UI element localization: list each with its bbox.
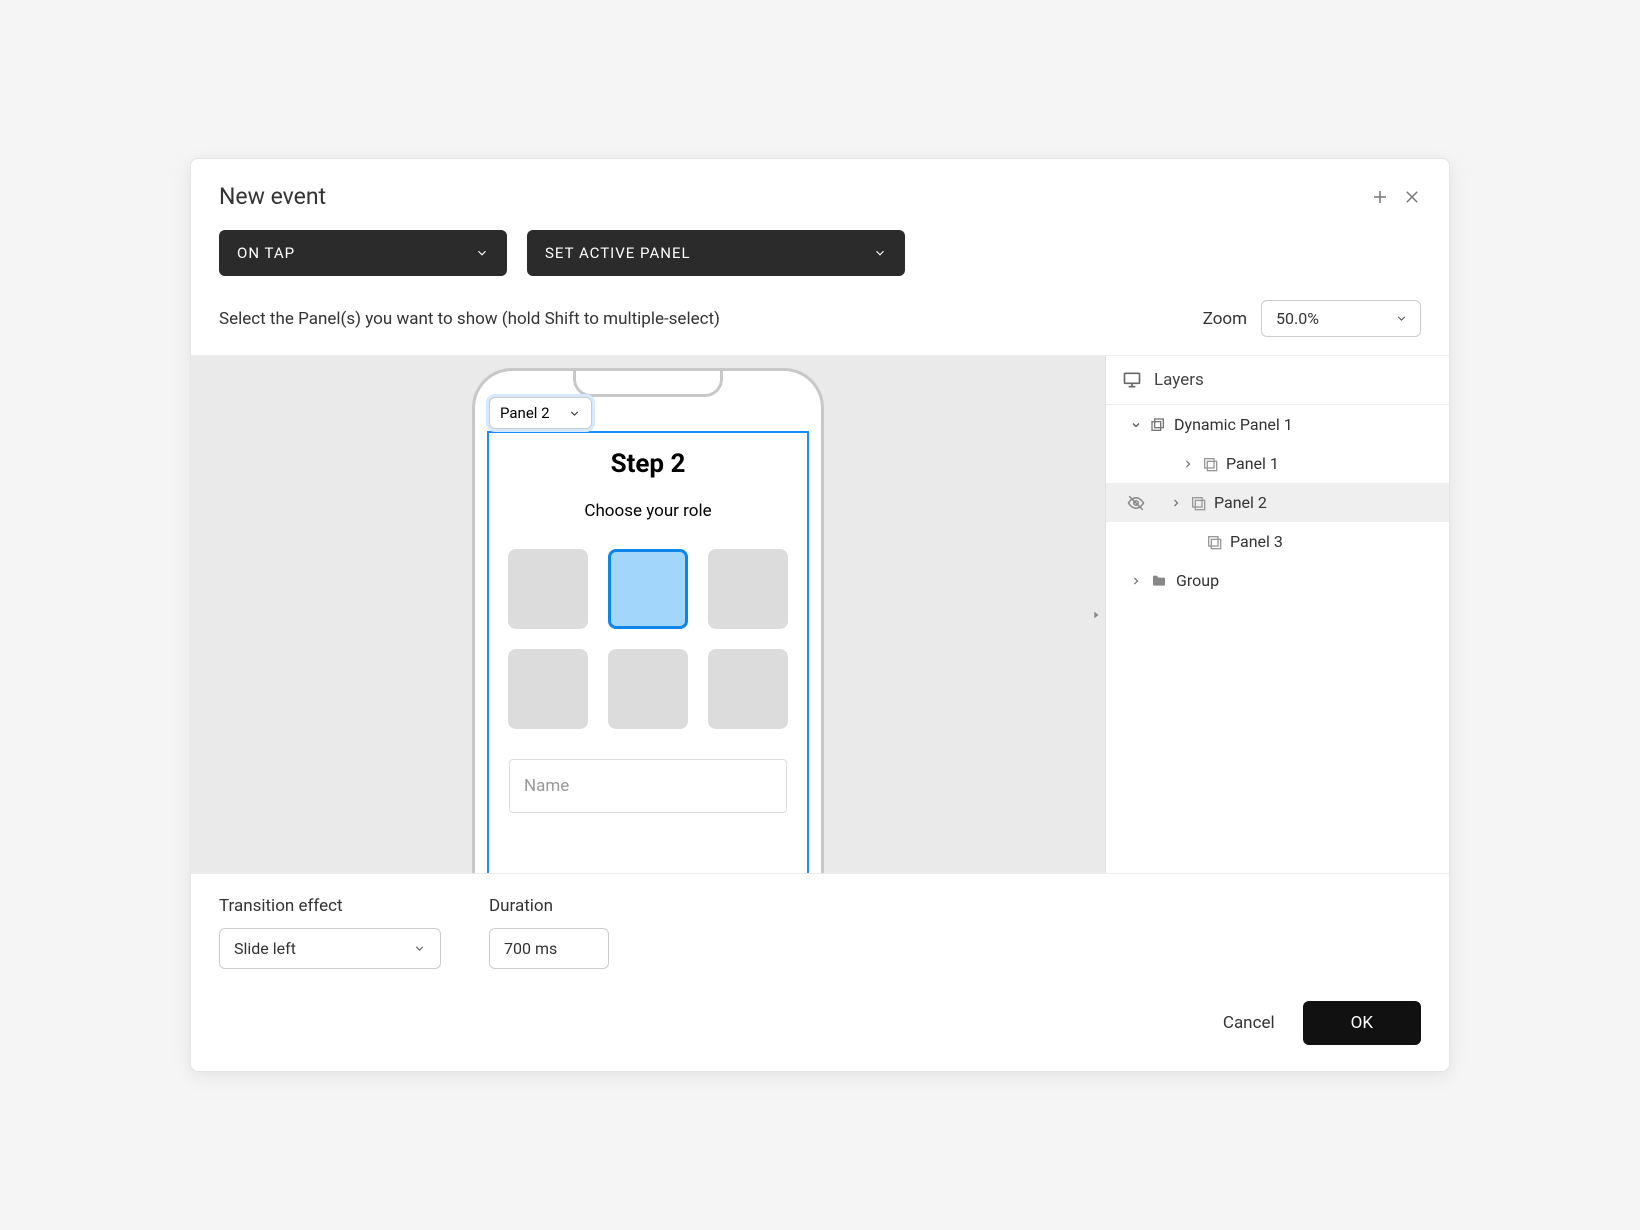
new-event-dialog: New event ON TAP SET ACTIVE PANEL Select… — [190, 158, 1450, 1072]
cancel-button[interactable]: Cancel — [1223, 1013, 1275, 1033]
chevron-right-icon — [1130, 575, 1142, 587]
zoom-select[interactable]: 50.0% — [1261, 300, 1421, 337]
name-input[interactable]: Name — [509, 759, 787, 813]
layer-label: Group — [1176, 571, 1219, 590]
canvas-area[interactable]: Panel 2 Step 2 Choose your role — [191, 356, 1105, 873]
action-select-value: SET ACTIVE PANEL — [545, 244, 691, 262]
layer-dynamic-panel[interactable]: Dynamic Panel 1 — [1106, 405, 1449, 444]
transition-label: Transition effect — [219, 896, 441, 916]
role-tile[interactable] — [508, 649, 588, 729]
layers-header: Layers — [1106, 356, 1449, 405]
trigger-select-value: ON TAP — [237, 244, 295, 262]
device-frame: Panel 2 Step 2 Choose your role — [472, 368, 824, 873]
panel-icon — [1190, 495, 1206, 511]
monitor-icon — [1122, 370, 1142, 390]
dialog-header: New event — [191, 159, 1449, 222]
transition-value: Slide left — [234, 939, 296, 958]
chevron-down-icon — [1395, 312, 1408, 325]
panel-selector-value: Panel 2 — [500, 404, 550, 422]
step-subtitle: Choose your role — [584, 501, 711, 521]
panel-selector[interactable]: Panel 2 — [489, 397, 592, 429]
layer-panel-3[interactable]: Panel 3 — [1106, 522, 1449, 561]
layer-label: Panel 1 — [1226, 454, 1279, 473]
expand-panel-icon[interactable] — [1087, 604, 1105, 626]
layers-title: Layers — [1154, 370, 1204, 390]
layer-label: Dynamic Panel 1 — [1174, 415, 1293, 434]
layer-panel-1[interactable]: Panel 1 — [1106, 444, 1449, 483]
chevron-down-icon — [475, 246, 489, 260]
add-icon[interactable] — [1371, 188, 1389, 206]
device-notch — [573, 371, 723, 397]
chevron-down-icon — [568, 407, 581, 420]
layer-label: Panel 3 — [1230, 532, 1283, 551]
ok-button[interactable]: OK — [1303, 1001, 1421, 1045]
chevron-right-icon — [1182, 458, 1194, 470]
chevron-down-icon — [413, 942, 426, 955]
trigger-select[interactable]: ON TAP — [219, 230, 507, 276]
dynamic-panel-icon — [1150, 417, 1166, 433]
role-tile[interactable] — [508, 549, 588, 629]
visibility-off-icon[interactable] — [1126, 494, 1146, 512]
transition-select[interactable]: Slide left — [219, 928, 441, 969]
panel-content[interactable]: Step 2 Choose your role Name — [487, 431, 809, 873]
chevron-down-icon — [1130, 419, 1142, 431]
instruction-text: Select the Panel(s) you want to show (ho… — [219, 309, 720, 329]
zoom-value: 50.0% — [1276, 309, 1319, 328]
role-tile-active[interactable] — [608, 549, 688, 629]
layer-label: Panel 2 — [1214, 493, 1267, 512]
step-title: Step 2 — [611, 449, 686, 479]
role-grid — [508, 549, 788, 729]
chevron-down-icon — [873, 246, 887, 260]
panel-icon — [1206, 534, 1222, 550]
role-tile[interactable] — [708, 549, 788, 629]
folder-icon — [1150, 573, 1168, 589]
chevron-right-icon — [1170, 497, 1182, 509]
duration-value: 700 ms — [504, 939, 557, 958]
duration-input[interactable]: 700 ms — [489, 928, 609, 969]
layers-panel: Layers Dynamic Panel 1 Panel — [1105, 356, 1449, 873]
close-icon[interactable] — [1403, 188, 1421, 206]
dialog-title: New event — [219, 183, 326, 210]
action-select[interactable]: SET ACTIVE PANEL — [527, 230, 905, 276]
role-tile[interactable] — [708, 649, 788, 729]
panel-icon — [1202, 456, 1218, 472]
layer-group[interactable]: Group — [1106, 561, 1449, 600]
layer-panel-2[interactable]: Panel 2 — [1106, 483, 1449, 522]
zoom-label: Zoom — [1203, 309, 1247, 329]
role-tile[interactable] — [608, 649, 688, 729]
duration-label: Duration — [489, 896, 609, 916]
